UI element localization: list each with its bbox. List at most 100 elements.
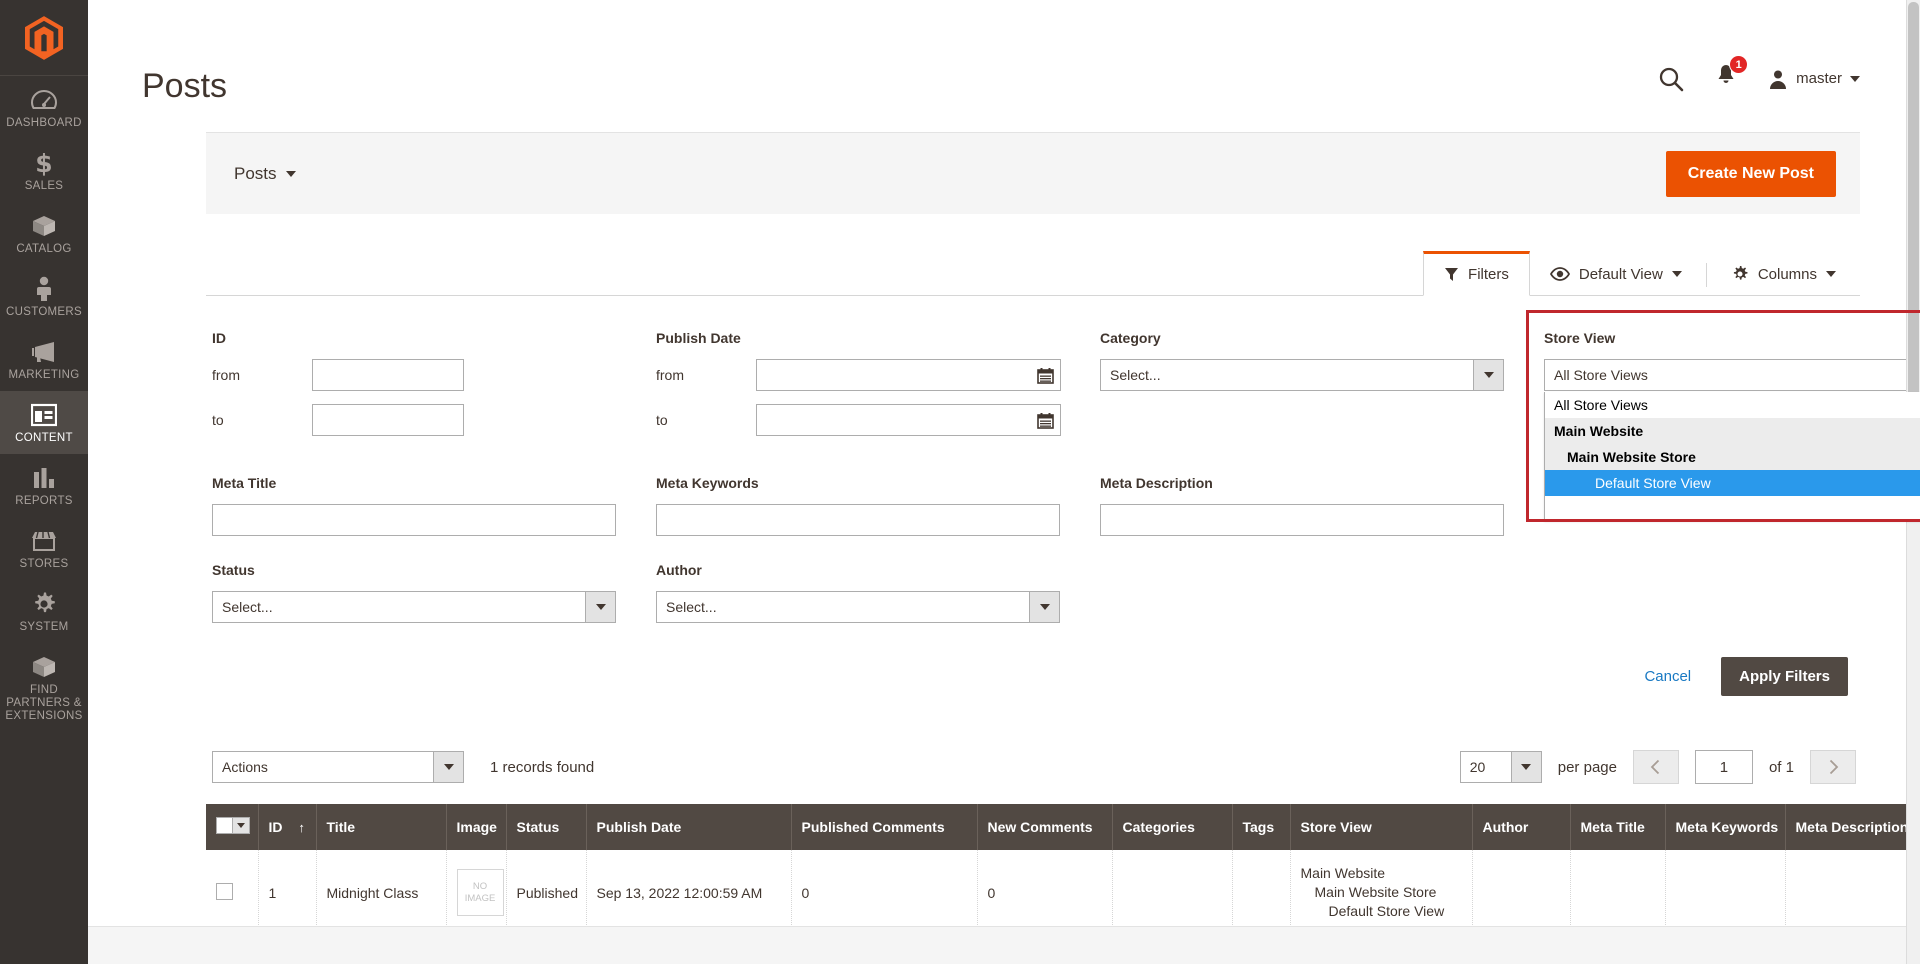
grid-column-categories[interactable]: Categories [1112,804,1233,850]
grid-column-meta-title[interactable]: Meta Title [1570,804,1666,850]
scrollbar-thumb[interactable] [1908,2,1919,412]
filter-label-publish-date: Publish Date [656,330,741,346]
grid-column-title[interactable]: Title [316,804,447,850]
user-menu[interactable]: master [1768,69,1860,89]
sidebar-item-dashboard[interactable]: DASHBOARD [0,76,88,139]
store-view-option-all[interactable]: All Store Views [1545,392,1920,418]
grid-column-meta-keywords[interactable]: Meta Keywords [1665,804,1786,850]
gear-icon [31,591,57,617]
records-found-label: 1 records found [490,758,595,776]
grid-column-author[interactable]: Author [1472,804,1571,850]
grid-select-all-header[interactable] [206,804,259,850]
filter-id-from-input[interactable] [312,359,464,391]
filter-status-value: Select... [212,591,616,623]
filter-author-select[interactable]: Select... [656,591,1060,623]
row-tags [1232,850,1291,936]
row-checkbox[interactable] [216,882,233,900]
sidebar-item-customers[interactable]: CUSTOMERS [0,265,88,328]
filter-meta-title-input[interactable] [212,504,616,536]
grid-column-meta-description[interactable]: Meta Description [1785,804,1920,850]
filter-grid-spacer [1100,562,1544,649]
sidebar-item-catalog[interactable]: CATALOG [0,202,88,265]
tab-default-view[interactable]: Default View [1530,253,1702,295]
chevron-down-icon[interactable] [1029,592,1059,622]
select-all-checkbox[interactable] [216,817,233,834]
filter-field-meta-description: Meta Description [1100,475,1544,536]
actions-select[interactable]: Actions [212,751,464,783]
filter-meta-description-input[interactable] [1100,504,1504,536]
sidebar-item-label: REPORTS [15,495,73,507]
sidebar-item-reports[interactable]: REPORTS [0,454,88,517]
grid-column-publish-date[interactable]: Publish Date [586,804,792,850]
sidebar-item-stores[interactable]: STORES [0,517,88,580]
store-view-dropdown-spacer [1545,496,1920,520]
tab-columns-label: Columns [1757,265,1817,283]
filter-field-category: Category Select... [1100,330,1544,449]
filter-category-select[interactable]: Select... [1100,359,1504,391]
tab-default-view-label: Default View [1578,265,1663,283]
filter-category-value: Select... [1100,359,1504,391]
sidebar-item-find-partners-extensions[interactable]: FIND PARTNERS & EXTENSIONS [0,643,88,732]
chevron-left-icon [1651,759,1660,775]
grid-column-image[interactable]: Image [446,804,507,850]
chevron-down-icon[interactable] [1473,360,1503,390]
store-view-option-default-store-view[interactable]: Default Store View [1545,470,1920,496]
grid-column-status[interactable]: Status [506,804,587,850]
filter-actions: Cancel Apply Filters [212,649,1854,726]
chevron-down-icon[interactable] [433,752,463,782]
cancel-filters-button[interactable]: Cancel [1638,667,1697,686]
grid-column-published-comments[interactable]: Published Comments [791,804,978,850]
chevron-down-icon [1850,75,1860,82]
calendar-icon[interactable] [1030,360,1060,390]
tab-filters[interactable]: Filters [1423,251,1530,296]
table-row[interactable]: 1 Midnight Class NO IMAGE Published Sep … [206,850,1920,936]
grid-column-store-view[interactable]: Store View [1290,804,1473,850]
create-new-post-button[interactable]: Create New Post [1665,150,1836,197]
filter-publish-date-to-input[interactable] [756,404,1061,436]
chevron-down-icon [1671,271,1682,277]
row-image-cell: NO IMAGE [446,850,507,936]
grid-column-tags[interactable]: Tags [1232,804,1291,850]
notifications-bell[interactable]: 1 [1714,55,1749,94]
eye-icon [1549,267,1570,281]
filter-id-from-label: from [212,367,240,383]
row-select-cell[interactable] [206,850,259,936]
chevron-down-icon[interactable] [233,817,250,834]
row-meta-keywords [1665,850,1786,936]
filter-id-to-input[interactable] [312,404,464,436]
sidebar-item-content[interactable]: CONTENT [0,391,88,454]
chevron-down-icon[interactable] [585,592,615,622]
filter-status-select[interactable]: Select... [212,591,616,623]
filter-label-author: Author [656,562,702,578]
filter-label-meta-title: Meta Title [212,475,277,491]
chevron-down-icon[interactable] [1510,752,1541,782]
grid-column-new-comments[interactable]: New Comments [977,804,1113,850]
row-title-link[interactable]: Midnight Class [316,850,447,936]
posts-data-grid: ID ↑ Title Image Status Publish Date Pub… [206,804,1920,936]
sidebar-item-sales[interactable]: $ SALES [0,139,88,202]
calendar-icon[interactable] [1030,405,1060,435]
sidebar-item-marketing[interactable]: MARKETING [0,328,88,391]
filter-store-view-select[interactable]: All Store Views All Store Views Main Web… [1544,359,1920,521]
sidebar-item-label: FIND PARTNERS & EXTENSIONS [5,684,83,722]
grid-column-id[interactable]: ID ↑ [258,804,317,850]
sidebar-item-label: CUSTOMERS [6,306,82,318]
magento-logo[interactable] [0,0,88,76]
content-wrapper: Posts Create New Post Filters Default Vi… [88,132,1920,936]
posts-grid-switcher[interactable]: Posts [234,164,296,184]
filter-meta-keywords-input[interactable] [656,504,1060,536]
previous-page-button[interactable] [1632,750,1679,784]
user-name: master [1796,70,1842,87]
per-page-select[interactable]: 20 [1459,751,1542,783]
filter-publish-date-from-input[interactable] [756,359,1061,391]
search-icon[interactable] [1658,66,1684,92]
box-icon [31,213,57,239]
sidebar-item-system[interactable]: SYSTEM [0,580,88,643]
apply-filters-button[interactable]: Apply Filters [1721,657,1848,696]
store-view-group-main-website-store: Main Website Store [1545,444,1920,470]
posts-action-bar: Posts Create New Post [206,132,1860,214]
next-page-button[interactable] [1810,750,1856,784]
admin-sidebar: DASHBOARD $ SALES CATALOG CUSTOMERS MARK… [0,0,88,964]
tab-columns[interactable]: Columns [1711,253,1856,295]
page-number-input[interactable] [1694,750,1753,784]
